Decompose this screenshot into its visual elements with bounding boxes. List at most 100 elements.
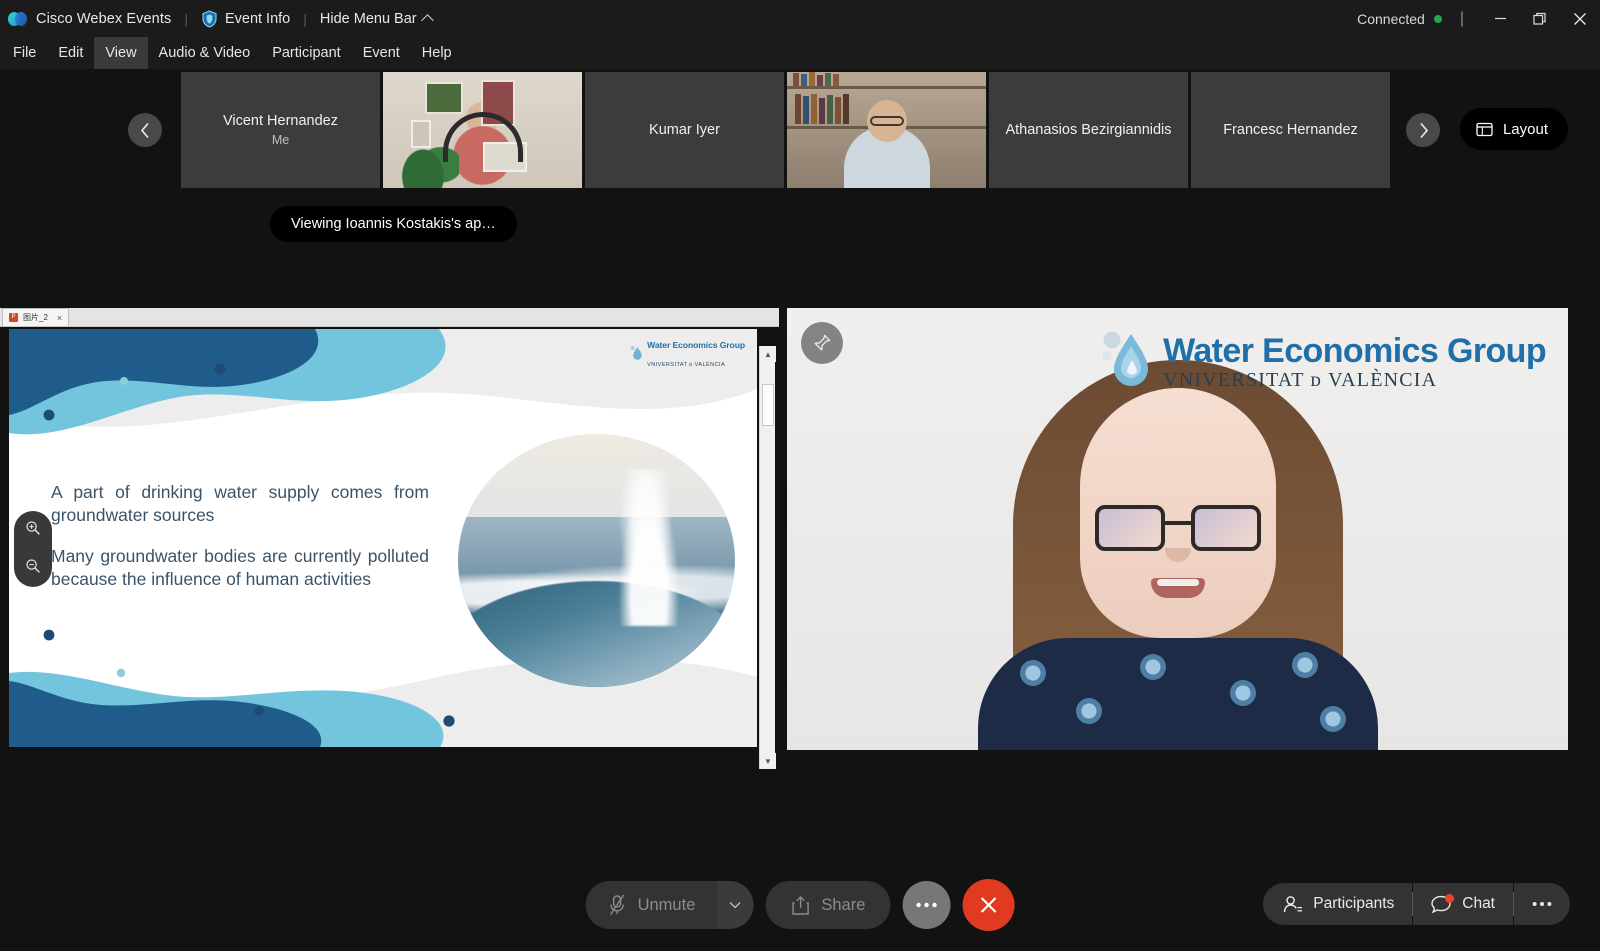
chat-notification-badge: [1445, 893, 1455, 903]
zoom-in-button[interactable]: [25, 520, 41, 541]
leave-event-button[interactable]: [962, 879, 1015, 931]
unmute-button[interactable]: Unmute: [585, 881, 718, 929]
menu-item-file[interactable]: File: [2, 37, 47, 69]
people-icon: [1284, 895, 1303, 912]
panel-overflow-button[interactable]: [1514, 883, 1570, 925]
presenter-video-panel[interactable]: Water Economics Group VNIVERSITAT ᴅ VALÈ…: [787, 308, 1568, 750]
chat-icon-wrap: [1431, 893, 1455, 914]
presenter-logo-subtitle: VNIVERSITAT ᴅ VALÈNCIA: [1163, 369, 1438, 391]
menu-item-edit[interactable]: Edit: [47, 37, 94, 69]
participant-tile-vicent-hernandez[interactable]: Vicent Hernandez Me: [181, 72, 380, 188]
hide-menu-bar-button[interactable]: Hide Menu Bar: [320, 11, 434, 27]
connection-status: Connected: [1357, 11, 1442, 27]
title-bar-right: Connected |: [1357, 0, 1600, 37]
participant-tile-kumar-iyer[interactable]: Kumar Iyer: [585, 72, 784, 188]
share-button[interactable]: Share: [765, 881, 891, 929]
menu-label: View: [105, 45, 137, 61]
participants-button[interactable]: Participants: [1263, 883, 1413, 925]
app-title: Cisco Webex Events: [36, 10, 172, 27]
window-controls-divider: |: [1459, 9, 1464, 27]
slide-logo-title: Water Economics Group: [647, 340, 745, 350]
filmstrip-prev-button[interactable]: [128, 113, 162, 147]
viewing-banner: Viewing Ioannis Kostakis's ap…: [270, 206, 517, 242]
share-upload-icon: [792, 895, 809, 915]
layout-button[interactable]: Layout: [1459, 108, 1568, 150]
close-icon: [1574, 12, 1586, 25]
chevron-up-icon: [420, 14, 434, 27]
menu-label: Edit: [58, 45, 84, 61]
title-bar: Cisco Webex Events | Event Info | Hide M…: [0, 0, 1600, 37]
participant-filmstrip: Vicent Hernandez Me Kumar Iyer Athanasio…: [0, 69, 1600, 191]
share-button-label: Share: [821, 895, 866, 914]
title-bar-left: Cisco Webex Events | Event Info | Hide M…: [0, 9, 434, 28]
pin-icon: [814, 334, 831, 351]
menu-bar: File Edit View Audio & Video Participant…: [0, 37, 1600, 69]
mute-control-group: Unmute: [585, 881, 754, 929]
participant-tile-video-bookshelf[interactable]: [787, 72, 986, 188]
menu-label: Event: [362, 45, 400, 61]
participant-name: Athanasios Bezirgiannidis: [1005, 122, 1172, 138]
participant-name: Kumar Iyer: [649, 122, 720, 138]
menu-label: Participant: [272, 45, 341, 61]
participant-tile-video-home-office[interactable]: [383, 72, 582, 188]
more-options-button[interactable]: [902, 881, 951, 929]
ellipsis-icon: [1532, 902, 1552, 906]
menu-item-participant[interactable]: Participant: [261, 37, 352, 69]
shared-content-tabbar: P 图片_2 ×: [0, 308, 779, 327]
presenter-person: [943, 350, 1413, 750]
webcam-feed: [383, 72, 582, 188]
presenter-logo-text: Water Economics Group VNIVERSITAT ᴅ VALÈ…: [1163, 333, 1546, 392]
presentation-slide: Water Economics Group VNIVERSITAT ᴅ VALÈ…: [9, 329, 757, 747]
shared-content-tab[interactable]: P 图片_2 ×: [2, 308, 70, 326]
restore-button[interactable]: [1520, 0, 1560, 37]
event-info-button[interactable]: Event Info: [201, 9, 291, 28]
chevron-right-icon: [1419, 122, 1428, 138]
primary-controls: Unmute Share: [585, 879, 1015, 931]
layout-button-label: Layout: [1502, 120, 1548, 138]
chat-button[interactable]: Chat: [1413, 883, 1513, 925]
zoom-in-icon: [26, 520, 40, 535]
slide-water-photo: [458, 434, 735, 687]
microphone-muted-icon: [610, 894, 625, 915]
zoom-out-button[interactable]: [25, 558, 41, 579]
presenter-logo-title: Water Economics Group: [1163, 332, 1546, 370]
pin-video-button[interactable]: [801, 322, 843, 364]
minimize-button[interactable]: [1480, 0, 1520, 37]
participants-button-label: Participants: [1313, 895, 1395, 912]
participant-tile-athanasios-bezirgiannidis[interactable]: Athanasios Bezirgiannidis: [989, 72, 1188, 188]
menu-label: File: [13, 45, 37, 61]
water-drop-icon: [1102, 331, 1149, 386]
secondary-controls: Participants Chat: [1263, 883, 1570, 925]
chevron-down-icon: [729, 901, 741, 909]
minimize-icon: [1494, 17, 1506, 20]
filmstrip-next-button[interactable]: [1406, 113, 1440, 147]
close-button[interactable]: [1560, 0, 1600, 37]
connection-status-label: Connected: [1357, 10, 1425, 27]
event-info-label: Event Info: [224, 10, 291, 27]
slide-paragraph-1: A part of drinking water supply comes fr…: [51, 482, 429, 526]
slide-viewport: Water Economics Group VNIVERSITAT ᴅ VALÈ…: [0, 327, 779, 769]
webex-event-window: Cisco Webex Events | Event Info | Hide M…: [0, 0, 1600, 951]
scroll-down-arrow-icon[interactable]: ▼: [760, 753, 776, 769]
participant-name: Francesc Hernandez: [1223, 122, 1358, 138]
participant-tile-francesc-hernandez[interactable]: Francesc Hernandez: [1191, 72, 1390, 188]
slide-paragraph-2: Many groundwater bodies are currently po…: [51, 546, 429, 590]
scroll-up-arrow-icon[interactable]: ▲: [760, 346, 776, 362]
scrollbar-thumb[interactable]: [762, 384, 774, 426]
menu-item-audio-video[interactable]: Audio & Video: [148, 37, 262, 69]
audio-options-button[interactable]: [717, 881, 754, 929]
slide-scrollbar[interactable]: ▲ ▼: [759, 346, 776, 769]
close-icon[interactable]: ×: [57, 313, 62, 323]
participant-name: Vicent Hernandez: [222, 113, 338, 129]
menu-item-event[interactable]: Event: [352, 37, 411, 69]
zoom-out-icon: [26, 558, 40, 573]
menu-item-help[interactable]: Help: [411, 37, 463, 69]
close-icon: [980, 897, 997, 913]
title-separator-1: |: [184, 10, 188, 27]
slide-zoom-controls: [14, 511, 52, 587]
chat-button-label: Chat: [1462, 895, 1495, 912]
chevron-left-icon: [140, 122, 149, 138]
status-dot-icon: [1433, 14, 1442, 23]
menu-label: Audio & Video: [158, 45, 251, 61]
menu-item-view[interactable]: View: [94, 37, 148, 69]
